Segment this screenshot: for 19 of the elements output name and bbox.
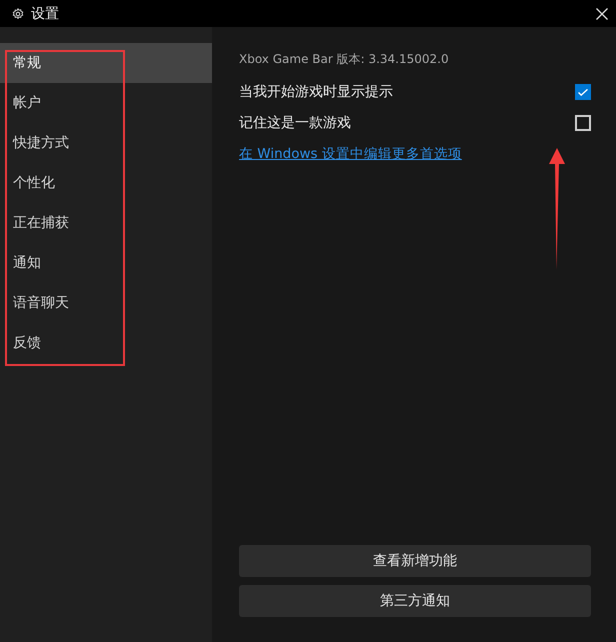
option-label: 记住这是一款游戏	[239, 114, 351, 132]
action-button[interactable]: 第三方通知	[239, 585, 591, 617]
checkmark-icon	[578, 88, 588, 96]
sidebar-item[interactable]: 快捷方式	[0, 123, 212, 163]
sidebar-item[interactable]: 常规	[0, 43, 212, 83]
option-label: 当我开始游戏时显示提示	[239, 83, 393, 101]
action-button[interactable]: 查看新增功能	[239, 545, 591, 577]
sidebar-item[interactable]: 个性化	[0, 163, 212, 203]
sidebar-item[interactable]: 语音聊天	[0, 283, 212, 323]
settings-icon	[12, 8, 24, 20]
sidebar-item[interactable]: 反馈	[0, 323, 212, 363]
sidebar-item[interactable]: 通知	[0, 243, 212, 283]
version-text: Xbox Game Bar 版本: 3.34.15002.0	[239, 51, 449, 68]
checkbox[interactable]	[575, 84, 591, 100]
sidebar-item[interactable]: 正在捕获	[0, 203, 212, 243]
close-icon[interactable]	[596, 8, 608, 20]
settings-link[interactable]: 在 Windows 设置中编辑更多首选项	[239, 145, 462, 163]
sidebar-item[interactable]: 帐户	[0, 83, 212, 123]
window-title: 设置	[31, 4, 59, 22]
